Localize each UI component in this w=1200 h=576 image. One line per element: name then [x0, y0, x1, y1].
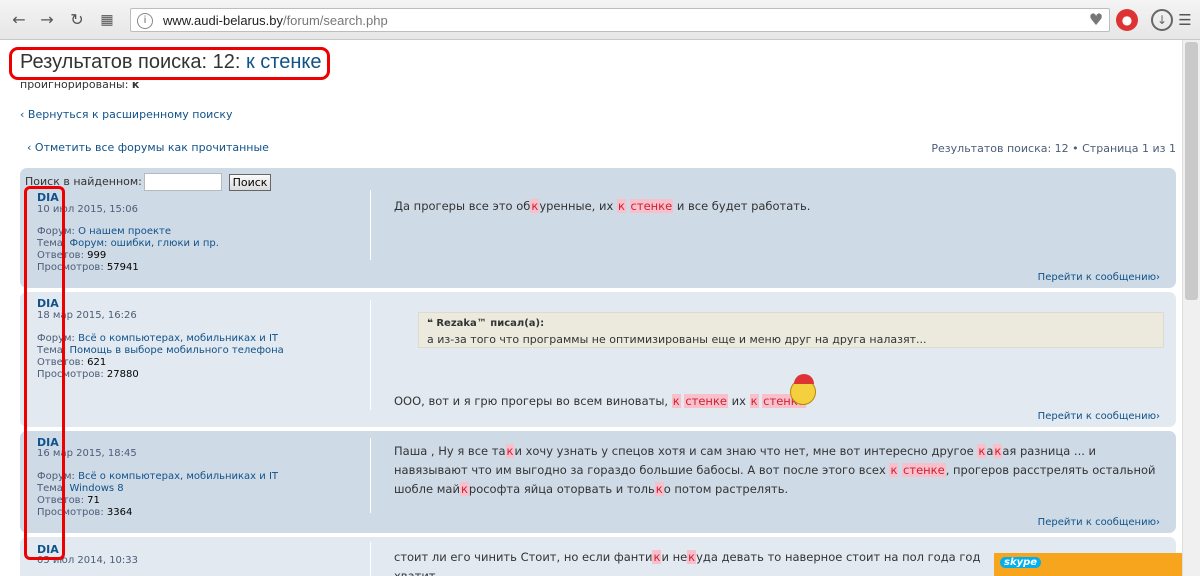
post-meta: Форум: Всё о компьютерах, мобильниках и …: [37, 471, 279, 518]
post-divider: [370, 438, 371, 513]
post-text: стоит ли его чинить Стоит, но если фанти: [394, 550, 653, 564]
chevron-right-icon: ›: [1156, 517, 1160, 528]
quote-icon: ❝: [427, 318, 437, 329]
search-highlight: стенке: [902, 463, 946, 477]
browser-toolbar: ← → ↻ ▦ i www.audi-belarus.by/forum/sear…: [0, 0, 1200, 40]
post-text: Паша , Ну я все та: [394, 444, 506, 458]
chevron-left-icon: ‹: [20, 108, 28, 121]
search-highlight: к: [654, 482, 664, 496]
back-to-advanced-search[interactable]: ‹ Вернуться к расширенному поиску: [20, 108, 233, 121]
address-bar[interactable]: i www.audi-belarus.by/forum/search.php: [130, 8, 1110, 32]
search-highlight: к: [977, 444, 987, 458]
post-content: Да прогеры все это обкуренные, их к стен…: [394, 197, 1164, 216]
goto-post-link[interactable]: Перейти к сообщению›: [1038, 272, 1160, 283]
search-within-input[interactable]: [144, 173, 222, 191]
post-text: ООО, вот и я грю прогеры во всем виноват…: [394, 394, 672, 408]
post-divider: [370, 300, 371, 410]
page-title: Результатов поиска: 12: к стенке: [20, 51, 322, 73]
post-divider: [370, 190, 371, 260]
menu-icon[interactable]: ☰: [1174, 9, 1196, 31]
forum-link[interactable]: Всё о компьютерах, мобильниках и IT: [78, 333, 278, 344]
search-highlight: к: [530, 199, 540, 213]
chevron-right-icon: ›: [1156, 411, 1160, 422]
goto-post-link[interactable]: Перейти к сообщению›: [1038, 411, 1160, 422]
post-text: Да прогеры все это об: [394, 199, 531, 213]
skype-icon: skype: [1000, 557, 1042, 568]
skype-button[interactable]: skype: [994, 553, 1182, 576]
search-highlight: к: [993, 444, 1003, 458]
post-text: и не: [661, 550, 688, 564]
post-text: и все будет работать.: [673, 199, 811, 213]
post-text: и хочу узнать у спецов хотя и сам знаю ч…: [514, 444, 978, 458]
chevron-left-icon: ‹: [27, 141, 35, 154]
forum-link[interactable]: Всё о компьютерах, мобильниках и IT: [78, 471, 278, 482]
quote-text: а из-за того что программы не оптимизиро…: [427, 333, 927, 346]
search-highlight: стенке: [629, 199, 674, 213]
scrollbar-thumb[interactable]: [1185, 42, 1198, 300]
post-text: о потом растрелять.: [663, 482, 789, 496]
search-highlight: стенке: [684, 394, 728, 408]
reload-icon[interactable]: ↻: [66, 9, 88, 31]
url-text: www.audi-belarus.by/forum/search.php: [163, 13, 388, 28]
search-highlight: к: [616, 199, 626, 213]
ignored-words: проигнорированы: к: [20, 78, 140, 91]
search-highlight: к: [687, 550, 697, 564]
back-icon[interactable]: ←: [8, 9, 30, 31]
quote-author: ❝ Rezaka™ писал(а):: [427, 318, 545, 329]
post-text: уренные, их: [539, 199, 617, 213]
mark-forums-read[interactable]: ‹ Отметить все форумы как прочитанные: [27, 141, 269, 154]
apps-grid-icon[interactable]: ▦: [96, 9, 118, 31]
post-content: стоит ли его чинить Стоит, но если фанти…: [394, 548, 994, 576]
goto-post-link[interactable]: Перейти к сообщению›: [1038, 517, 1160, 528]
smiley-icon: [790, 374, 816, 405]
heart-icon[interactable]: ♥: [1085, 9, 1107, 31]
post-content: ООО, вот и я грю прогеры во всем виноват…: [394, 392, 1164, 411]
author-column-highlight: [24, 186, 65, 560]
pagination-info: Результатов поиска: 12 • Страница 1 из 1: [931, 142, 1176, 155]
quote-block: ❝ Rezaka™ писал(а): а из-за того что про…: [418, 312, 1164, 348]
search-query-link[interactable]: к стенке: [246, 51, 322, 73]
search-button[interactable]: Поиск: [229, 174, 271, 191]
post-text: рософта яйца оторвать и толь: [468, 482, 655, 496]
extension-icon[interactable]: ●: [1116, 9, 1138, 31]
search-highlight: к: [749, 394, 759, 408]
forward-icon[interactable]: →: [36, 9, 58, 31]
post-text: их: [727, 394, 750, 408]
search-highlight: к: [671, 394, 681, 408]
forum-link[interactable]: О нашем проекте: [78, 226, 171, 237]
search-highlight: к: [459, 482, 469, 496]
topic-link[interactable]: Windows 8: [69, 483, 123, 494]
post-content: Паша , Ну я все таки хочу узнать у спецо…: [394, 442, 1164, 499]
page-info-icon[interactable]: i: [137, 13, 153, 29]
chevron-right-icon: ›: [1156, 272, 1160, 283]
post-divider: [370, 542, 371, 576]
download-icon[interactable]: ↓: [1151, 9, 1173, 31]
topic-link[interactable]: Помощь в выборе мобильного телефона: [69, 345, 283, 356]
topic-link[interactable]: Форум: ошибки, глюки и пр.: [69, 238, 218, 249]
post-meta: Форум: Всё о компьютерах, мобильниках и …: [37, 333, 284, 380]
post-text: [626, 199, 630, 213]
